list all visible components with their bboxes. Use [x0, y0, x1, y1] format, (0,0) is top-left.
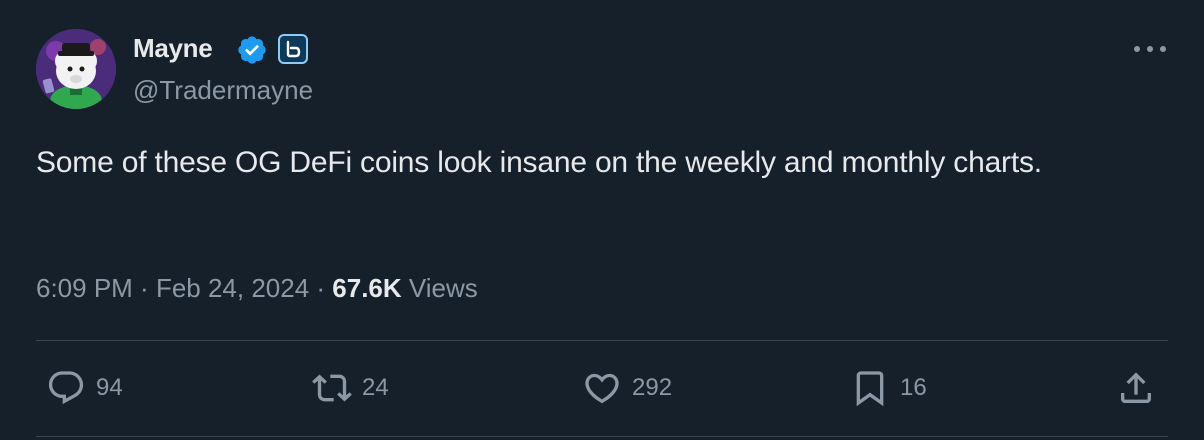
tweet-time[interactable]: 6:09 PM — [36, 273, 133, 303]
tweet-meta: 6:09 PM · Feb 24, 2024 · 67.6K Views — [36, 270, 478, 306]
views-label: Views — [401, 273, 478, 303]
avatar-cartoon-icon — [36, 29, 116, 109]
bookmark-icon — [856, 371, 884, 407]
bookmark-button[interactable]: 16 — [850, 368, 927, 408]
meta-separator: · — [309, 273, 333, 303]
retweet-count: 24 — [362, 374, 389, 401]
views-count[interactable]: 67.6K — [332, 273, 401, 303]
tweet-text: Some of these OG DeFi coins look insane … — [36, 146, 1042, 179]
like-button[interactable]: 292 — [582, 368, 672, 408]
meta-separator: · — [132, 273, 156, 303]
bookmark-count: 16 — [900, 374, 927, 401]
author-display-name[interactable]: Mayne — [133, 30, 213, 66]
verified-badge-icon[interactable] — [236, 34, 268, 66]
more-options-button[interactable] — [1130, 34, 1170, 64]
heart-icon — [585, 373, 619, 404]
like-count: 292 — [632, 374, 673, 401]
retweet-button[interactable]: 24 — [312, 368, 389, 408]
divider — [36, 340, 1168, 341]
tweet-card: Mayne @Tradermayne Some of these OG DeFi… — [0, 0, 1204, 440]
reply-icon — [48, 371, 84, 405]
reply-count: 94 — [96, 374, 123, 401]
more-dots-icon — [1134, 46, 1166, 52]
reply-button[interactable]: 94 — [46, 368, 123, 408]
share-icon — [1121, 372, 1151, 403]
tweet-date[interactable]: Feb 24, 2024 — [156, 273, 309, 303]
author-handle[interactable]: @Tradermayne — [133, 72, 313, 108]
retweet-icon — [312, 374, 352, 402]
affiliate-badge-icon[interactable] — [278, 34, 308, 64]
share-button[interactable] — [1116, 368, 1156, 408]
divider — [36, 436, 1168, 437]
avatar[interactable] — [36, 29, 116, 109]
affiliate-logo-icon — [286, 40, 301, 58]
